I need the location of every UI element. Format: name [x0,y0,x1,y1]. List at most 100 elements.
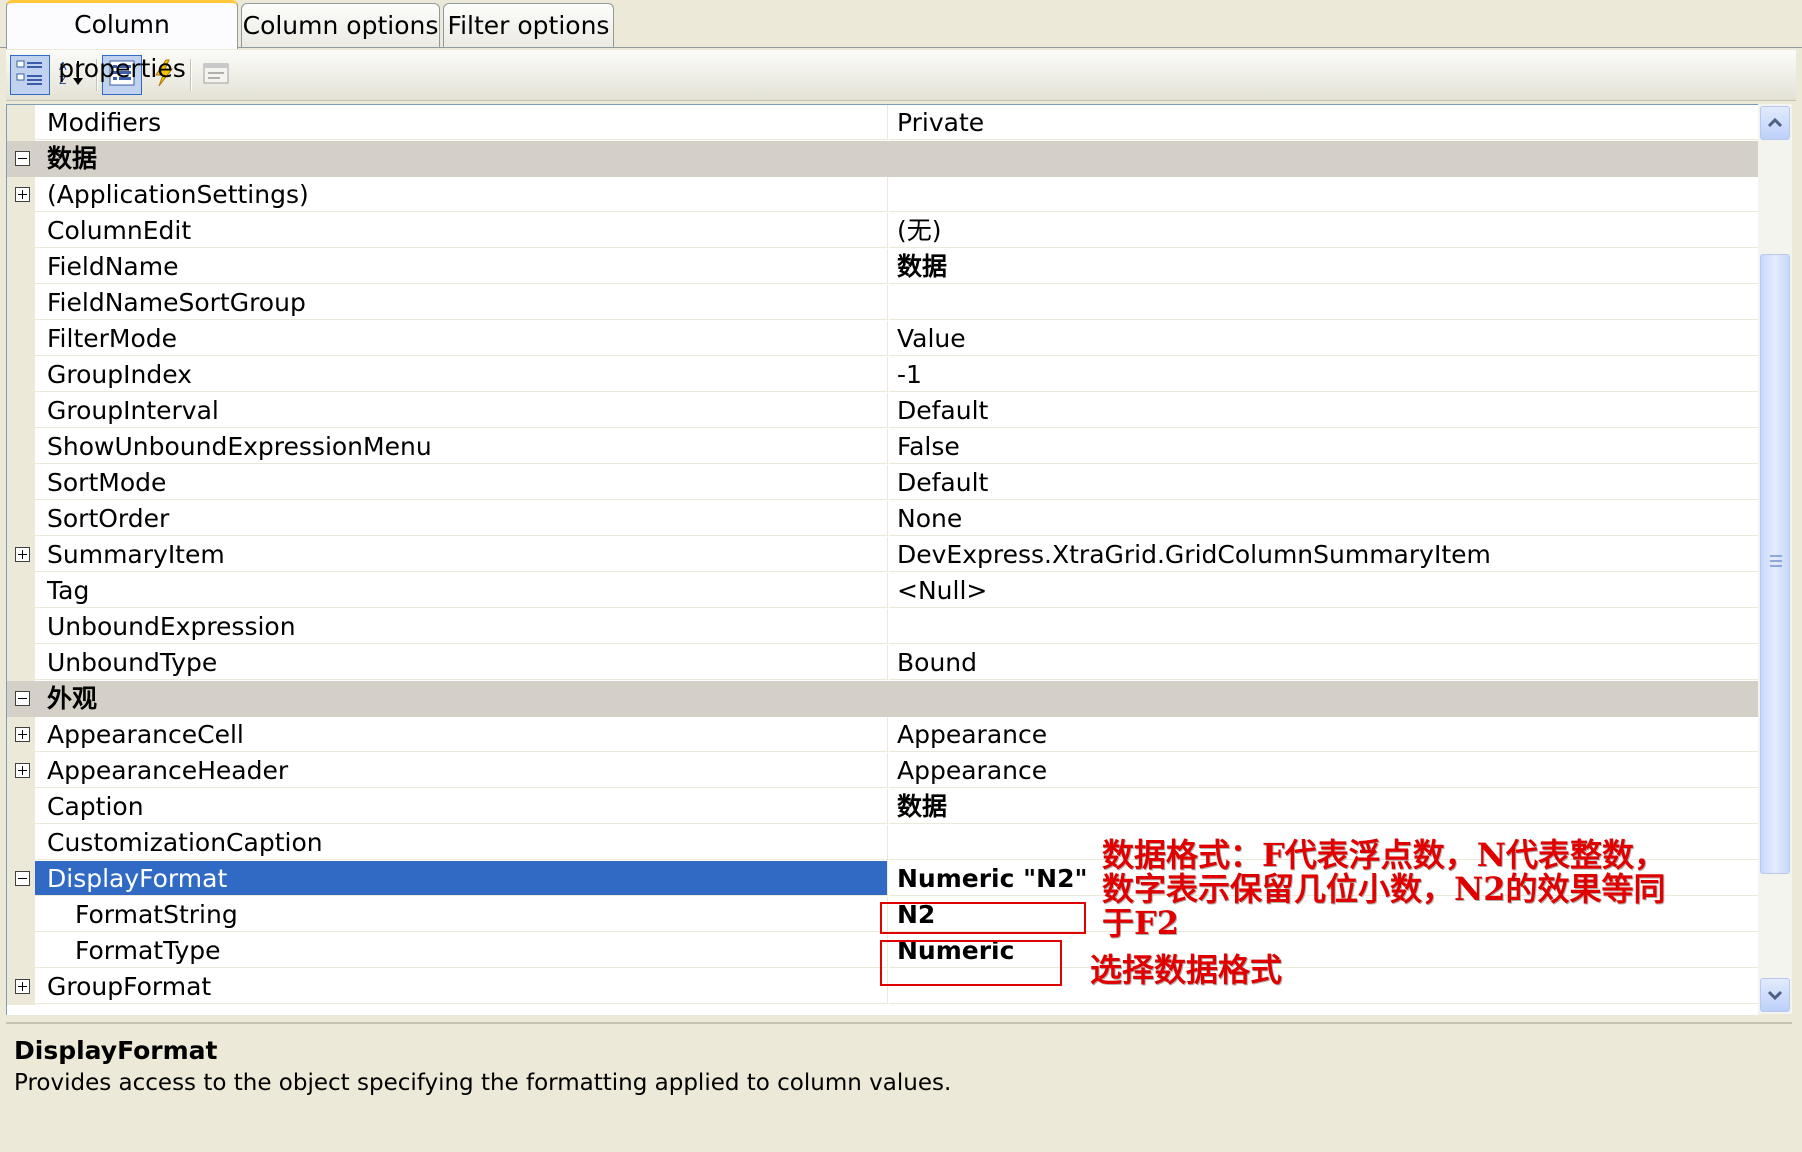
scrollbar-grip [1770,555,1782,557]
scrollbar-grip [1770,565,1782,567]
category-row[interactable]: 数据 [7,141,1759,177]
row-gutter [7,465,35,501]
property-name[interactable]: Caption [35,789,888,824]
expand-icon[interactable] [15,979,30,994]
property-name[interactable]: Modifiers [35,105,888,140]
toolbar-separator [190,59,191,91]
property-value[interactable]: Default [889,393,1759,428]
property-value[interactable]: None [889,501,1759,536]
property-value[interactable]: (无) [889,213,1759,248]
property-name[interactable]: CustomizationCaption [35,825,888,860]
annotation-note-select: 选择数据格式 [1090,951,1283,989]
row-gutter [7,105,35,141]
property-value[interactable]: False [889,429,1759,464]
expand-icon[interactable] [15,187,30,202]
property-name[interactable]: SortOrder [35,501,888,536]
property-value[interactable]: Private [889,105,1759,140]
property-value[interactable]: -1 [889,357,1759,392]
property-row[interactable]: ColumnEdit (无) [7,213,1759,249]
category-label: 数据 [35,141,1759,177]
property-value[interactable]: Appearance [889,753,1759,788]
property-row[interactable]: UnboundType Bound [7,645,1759,681]
expand-icon[interactable] [15,763,30,778]
property-name[interactable]: FilterMode [35,321,888,356]
property-value[interactable] [889,609,1759,644]
category-label: 外观 [35,681,1759,717]
property-row[interactable]: GroupIndex -1 [7,357,1759,393]
property-name[interactable]: GroupInterval [35,393,888,428]
property-row[interactable]: Tag <Null> [7,573,1759,609]
property-name[interactable]: ShowUnboundExpressionMenu [35,429,888,464]
chevron-up-icon [1767,114,1783,133]
chevron-down-icon [1767,986,1783,1005]
property-name[interactable]: UnboundExpression [35,609,888,644]
property-value[interactable]: Appearance [889,717,1759,752]
property-name[interactable]: GroupIndex [35,357,888,392]
property-value[interactable]: 数据 [889,249,1759,284]
property-value[interactable]: 数据 [889,789,1759,824]
property-name[interactable]: Tag [35,573,888,608]
property-value[interactable]: Default [889,465,1759,500]
property-row[interactable]: UnboundExpression [7,609,1759,645]
property-name[interactable]: GroupFormat [35,969,888,1004]
description-panel: DisplayFormat Provides access to the obj… [6,1022,1792,1146]
property-name[interactable]: FieldNameSortGroup [35,285,888,320]
property-row[interactable]: FilterMode Value [7,321,1759,357]
tab-filter-options[interactable]: Filter options [443,3,614,47]
vertical-scrollbar[interactable] [1758,104,1792,1014]
expand-icon[interactable] [15,547,30,562]
property-name[interactable]: AppearanceCell [35,717,888,752]
expand-icon[interactable] [15,727,30,742]
property-grid-toolbar: A Z [6,50,1796,101]
property-row[interactable]: FieldNameSortGroup [7,285,1759,321]
property-row[interactable]: (ApplicationSettings) [7,177,1759,213]
collapse-icon[interactable] [15,151,30,166]
scroll-up-button[interactable] [1760,106,1790,140]
property-row[interactable]: Caption 数据 [7,789,1759,825]
property-name[interactable]: ColumnEdit [35,213,888,248]
property-value[interactable] [889,285,1759,320]
property-name[interactable]: DisplayFormat [35,861,888,896]
property-value[interactable]: DevExpress.XtraGrid.GridColumnSummaryIte… [889,537,1759,572]
property-value[interactable]: Value [889,321,1759,356]
property-row[interactable]: AppearanceCell Appearance [7,717,1759,753]
property-row[interactable]: AppearanceHeader Appearance [7,753,1759,789]
row-gutter [7,609,35,645]
property-name[interactable]: AppearanceHeader [35,753,888,788]
property-row[interactable]: SortMode Default [7,465,1759,501]
collapse-icon[interactable] [15,691,30,706]
property-row[interactable]: SortOrder None [7,501,1759,537]
property-row[interactable]: SummaryItem DevExpress.XtraGrid.GridColum… [7,537,1759,573]
property-value[interactable] [889,177,1759,212]
property-row[interactable]: FieldName 数据 [7,249,1759,285]
annotation-line: 于F2 [1102,904,1179,942]
category-row[interactable]: 外观 [7,681,1759,717]
property-name[interactable]: UnboundType [35,645,888,680]
property-row[interactable]: ShowUnboundExpressionMenu False [7,429,1759,465]
property-pages-button[interactable] [196,55,236,95]
property-name[interactable]: FormatString [35,897,888,932]
property-name[interactable]: SummaryItem [35,537,888,572]
property-row[interactable]: GroupInterval Default [7,393,1759,429]
property-name[interactable]: FieldName [35,249,888,284]
tab-column-options[interactable]: Column options [241,3,440,47]
property-name[interactable]: FormatType [35,933,888,968]
property-value[interactable]: <Null> [889,573,1759,608]
row-gutter [7,897,35,933]
collapse-icon[interactable] [15,871,30,886]
row-gutter [7,501,35,537]
property-value[interactable]: Bound [889,645,1759,680]
description-text: Provides access to the object specifying… [14,1070,952,1096]
categorized-button[interactable] [10,55,50,95]
scroll-down-button[interactable] [1760,978,1790,1012]
row-gutter [7,249,35,285]
property-row[interactable]: Modifiers Private [7,105,1759,141]
description-title: DisplayFormat [14,1036,218,1065]
property-name[interactable]: (ApplicationSettings) [35,177,888,212]
row-gutter [7,933,35,969]
property-name[interactable]: SortMode [35,465,888,500]
tab-column-properties[interactable]: Column properties [6,0,238,83]
scrollbar-thumb[interactable] [1760,254,1790,874]
row-gutter [7,357,35,393]
row-gutter [7,213,35,249]
